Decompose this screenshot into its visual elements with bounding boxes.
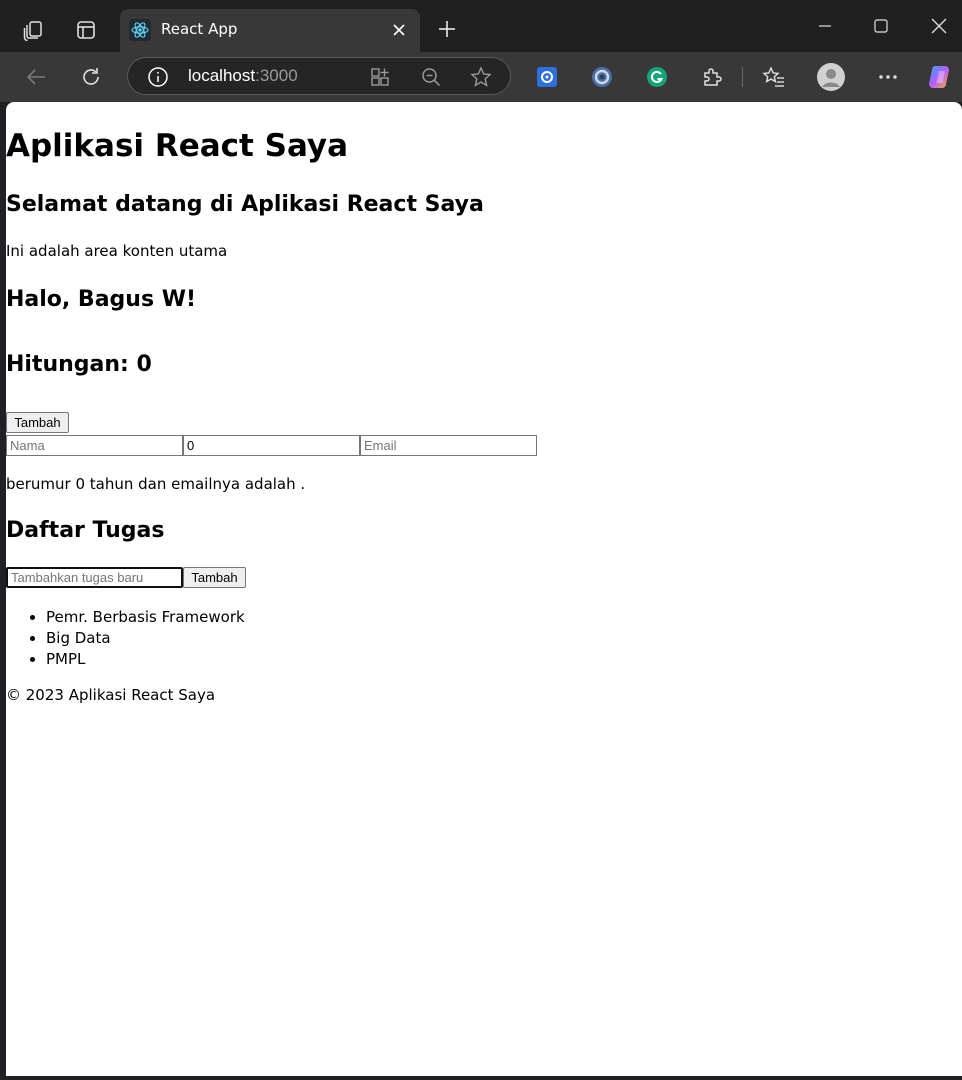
welcome-heading: Selamat datang di Aplikasi React Saya bbox=[6, 192, 484, 217]
favorite-star-icon[interactable] bbox=[469, 65, 493, 89]
vertical-tabs-icon[interactable] bbox=[69, 13, 103, 47]
tab-title: React App bbox=[161, 20, 238, 38]
zoom-out-icon[interactable] bbox=[419, 65, 443, 89]
task-list: Pemr. Berbasis Framework Big Data PMPL bbox=[46, 607, 245, 670]
footer-text: © 2023 Aplikasi React Saya bbox=[6, 686, 216, 704]
browser-tab-strip: React App bbox=[0, 0, 962, 52]
minimize-icon[interactable] bbox=[802, 10, 848, 42]
extension-swirl-icon[interactable] bbox=[585, 60, 619, 94]
toolbar-separator bbox=[742, 67, 743, 87]
browser-toolbar: localhost:3000 bbox=[0, 52, 962, 102]
back-arrow-icon[interactable] bbox=[19, 60, 53, 94]
apps-add-icon[interactable] bbox=[368, 65, 392, 89]
favorites-list-icon[interactable] bbox=[757, 60, 791, 94]
close-tab-icon[interactable] bbox=[388, 19, 410, 41]
name-input[interactable]: Nama bbox=[6, 435, 183, 456]
workspaces-icon[interactable] bbox=[16, 13, 50, 47]
increment-button[interactable]: Tambah bbox=[6, 412, 69, 433]
extensions-puzzle-icon[interactable] bbox=[695, 60, 729, 94]
list-item: Big Data bbox=[46, 628, 245, 649]
url-host: localhost bbox=[188, 66, 256, 85]
page-viewport: Aplikasi React Saya Selamat datang di Ap… bbox=[6, 102, 962, 1076]
list-item: PMPL bbox=[46, 649, 245, 670]
counter-heading: Hitungan: 0 bbox=[6, 352, 152, 377]
react-logo-icon bbox=[129, 19, 151, 41]
tasks-heading: Daftar Tugas bbox=[6, 518, 165, 543]
add-task-button[interactable]: Tambah bbox=[183, 567, 246, 588]
new-tab-icon[interactable] bbox=[432, 14, 462, 44]
tab-react-app[interactable]: React App bbox=[120, 9, 420, 52]
url-text[interactable]: localhost:3000 bbox=[188, 66, 298, 86]
greeting-heading: Halo, Bagus W! bbox=[6, 287, 197, 312]
app-title: Aplikasi React Saya bbox=[6, 128, 349, 164]
main-content-text: Ini adalah area konten utama bbox=[6, 242, 228, 260]
profile-avatar-icon[interactable] bbox=[814, 60, 848, 94]
email-input[interactable]: Email bbox=[360, 435, 537, 456]
close-window-icon[interactable] bbox=[916, 10, 962, 42]
maximize-icon[interactable] bbox=[858, 10, 904, 42]
copilot-icon[interactable] bbox=[924, 60, 958, 94]
site-info-icon[interactable] bbox=[147, 66, 169, 88]
more-options-icon[interactable] bbox=[871, 60, 905, 94]
summary-text: berumur 0 tahun dan emailnya adalah . bbox=[6, 475, 306, 493]
list-item: Pemr. Berbasis Framework bbox=[46, 607, 245, 628]
grammarly-icon[interactable] bbox=[640, 60, 674, 94]
url-port: :3000 bbox=[255, 66, 298, 85]
address-bar[interactable]: localhost:3000 bbox=[127, 57, 511, 95]
age-input[interactable]: 0 bbox=[183, 435, 360, 456]
refresh-icon[interactable] bbox=[74, 60, 108, 94]
new-task-input[interactable]: Tambahkan tugas baru bbox=[6, 567, 183, 588]
extension-blue-icon[interactable] bbox=[530, 60, 564, 94]
